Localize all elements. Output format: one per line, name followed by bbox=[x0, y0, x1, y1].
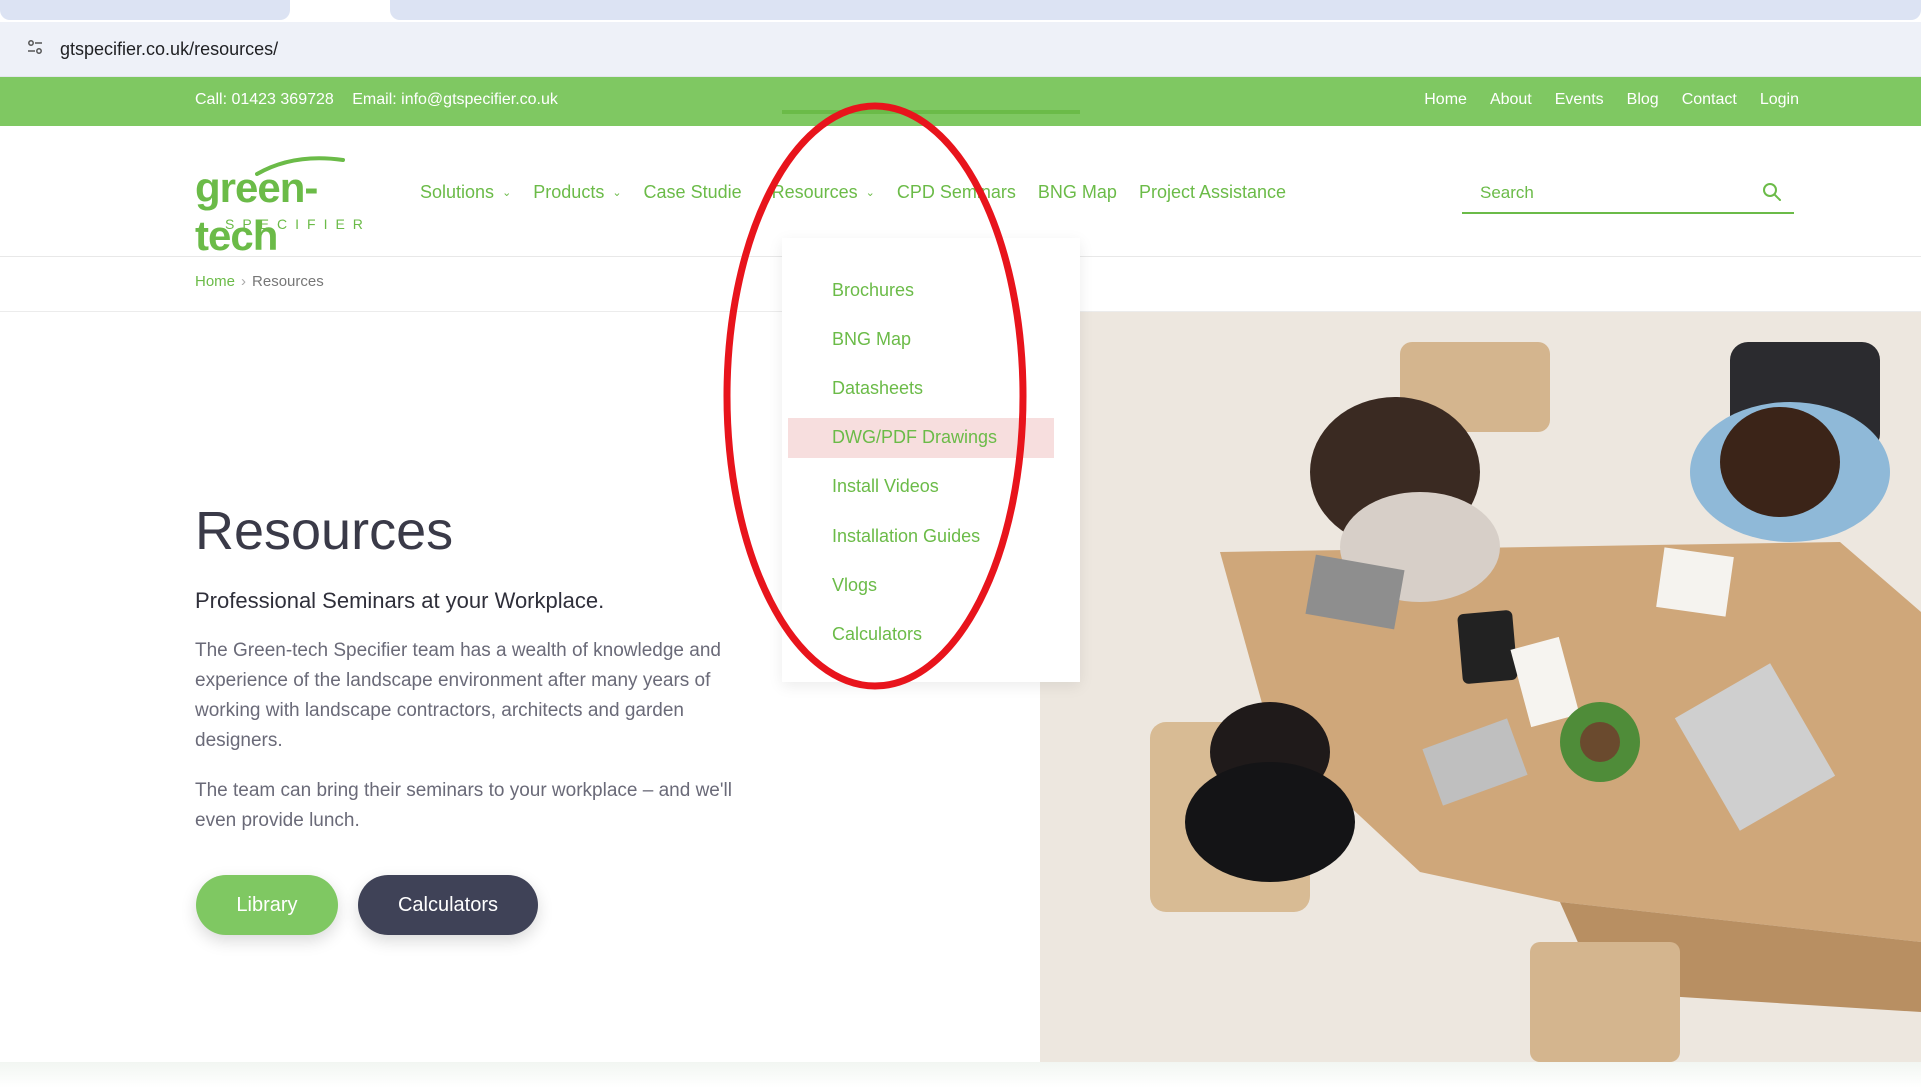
top-nav-login[interactable]: Login bbox=[1760, 91, 1799, 109]
contact-info: Call: 01423 369728 Email: info@gtspecifi… bbox=[195, 91, 572, 109]
page-title: Resources bbox=[195, 501, 454, 561]
nav-project-assistance-label: Project Assistance bbox=[1138, 182, 1287, 202]
nav-products-label: Products bbox=[533, 182, 605, 202]
top-nav-home[interactable]: Home bbox=[1424, 91, 1467, 109]
breadcrumb: Home › Resources bbox=[195, 273, 324, 290]
library-button[interactable]: Library bbox=[196, 875, 338, 935]
search-icon[interactable] bbox=[1760, 180, 1784, 204]
url-field[interactable]: gtspecifier.co.uk/resources/ bbox=[60, 37, 278, 61]
hero-paragraph-2: The team can bring their seminars to you… bbox=[195, 780, 732, 831]
logo-subtitle: SPECIFIER bbox=[225, 216, 371, 232]
top-nav: Home About Events Blog Contact Login bbox=[1424, 91, 1799, 109]
browser-tab-strip bbox=[0, 0, 1921, 22]
top-nav-about[interactable]: About bbox=[1490, 91, 1532, 109]
nav-products[interactable]: Products ⌄ bbox=[533, 182, 621, 203]
annotation-ellipse bbox=[723, 102, 1027, 690]
email-link[interactable]: Email: info@gtspecifier.co.uk bbox=[352, 91, 558, 108]
search-box bbox=[1462, 176, 1794, 214]
site-logo[interactable]: green-tech SPECIFIER bbox=[195, 154, 390, 259]
breadcrumb-home[interactable]: Home bbox=[195, 273, 235, 290]
nav-project-assistance[interactable]: Project Assistance bbox=[1139, 182, 1286, 203]
nav-bng-map-label: BNG Map bbox=[1037, 182, 1117, 202]
nav-bng-map[interactable]: BNG Map bbox=[1038, 182, 1117, 203]
browser-tab[interactable] bbox=[0, 0, 290, 20]
address-bar bbox=[0, 22, 1921, 77]
browser-tab-active[interactable] bbox=[390, 0, 1921, 20]
top-nav-blog[interactable]: Blog bbox=[1627, 91, 1659, 109]
hero-subtitle: Professional Seminars at your Workplace. bbox=[195, 588, 605, 613]
hero-image bbox=[1040, 312, 1921, 1062]
chevron-down-icon: ⌄ bbox=[612, 187, 622, 199]
chevron-down-icon: ⌄ bbox=[502, 187, 512, 199]
top-nav-events[interactable]: Events bbox=[1555, 91, 1604, 109]
breadcrumb-current: Resources bbox=[252, 273, 324, 290]
calculators-button[interactable]: Calculators bbox=[358, 875, 538, 935]
hero-paragraph-1: The Green-tech Specifier team has a weal… bbox=[195, 640, 721, 751]
nav-solutions-label: Solutions bbox=[420, 182, 495, 202]
search-input[interactable] bbox=[1478, 182, 1742, 204]
site-info-icon[interactable] bbox=[26, 38, 46, 58]
breadcrumb-separator: › bbox=[241, 273, 247, 290]
top-nav-contact[interactable]: Contact bbox=[1682, 91, 1737, 109]
logo-wordmark: green-tech bbox=[195, 164, 318, 259]
section-fade bbox=[0, 1062, 1921, 1088]
nav-solutions[interactable]: Solutions ⌄ bbox=[420, 182, 511, 203]
phone-number[interactable]: Call: 01423 369728 bbox=[195, 91, 334, 108]
